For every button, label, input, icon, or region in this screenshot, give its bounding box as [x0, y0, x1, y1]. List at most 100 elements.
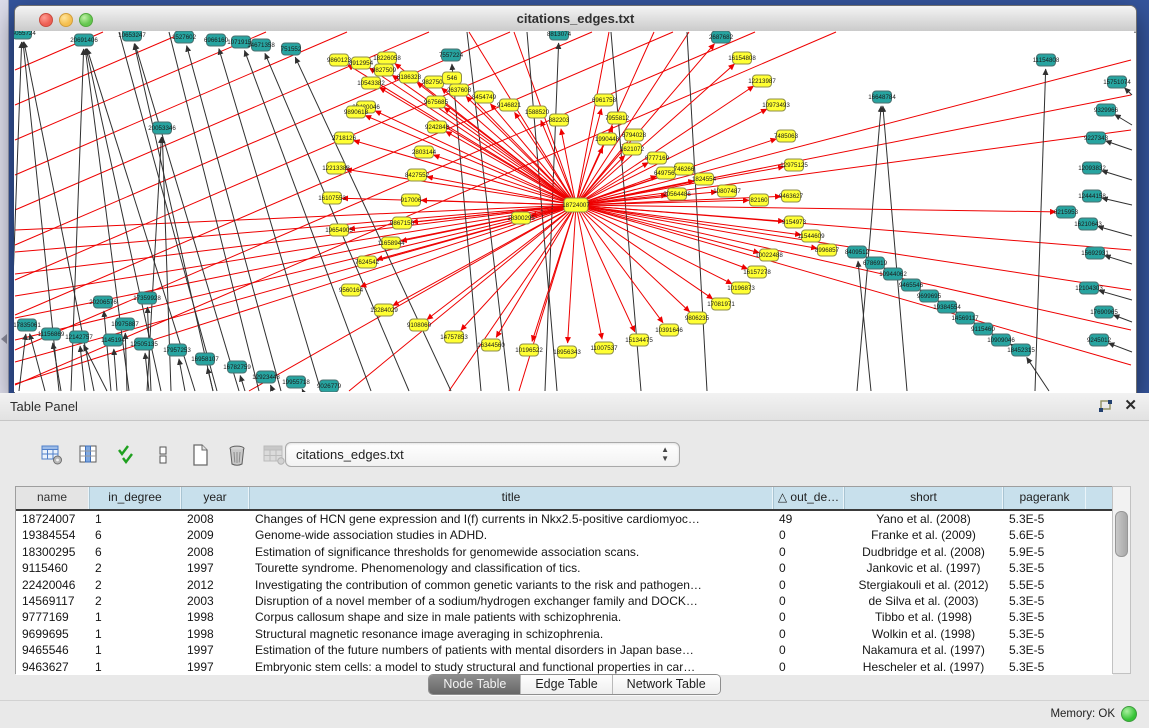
table-cell[interactable]: 9699695: [16, 626, 89, 642]
table-cell[interactable]: Franke et al. (2009): [844, 527, 1003, 543]
table-cell[interactable]: 22420046: [16, 577, 89, 593]
table-cell[interactable]: 2012: [181, 577, 249, 593]
tab-network-table[interactable]: Network Table: [613, 675, 720, 694]
collapse-arrow-icon[interactable]: [1, 334, 7, 344]
table-row[interactable]: 946554611997Estimation of the future num…: [16, 642, 1113, 658]
tab-edge-table[interactable]: Edge Table: [521, 675, 612, 694]
table-cell[interactable]: 1: [89, 642, 181, 658]
select-all-check-icon[interactable]: [114, 443, 138, 467]
table-cell[interactable]: Tourette syndrome. Phenomenology and cla…: [249, 560, 773, 576]
table-cell[interactable]: 1997: [181, 560, 249, 576]
rows-icon[interactable]: [151, 443, 175, 467]
tab-node-table[interactable]: Node Table: [429, 675, 521, 694]
float-panel-icon[interactable]: [1097, 400, 1113, 419]
table-cell[interactable]: 0: [773, 593, 844, 609]
table-cell[interactable]: 9115460: [16, 560, 89, 576]
table-cell[interactable]: 0: [773, 642, 844, 658]
table-row[interactable]: 1830029562008Estimation of significance …: [16, 544, 1113, 560]
table-cell[interactable]: 5.3E-5: [1003, 659, 1086, 675]
table-cell[interactable]: Structural magnetic resonance image aver…: [249, 626, 773, 642]
table-cell[interactable]: Dudbridge et al. (2008): [844, 544, 1003, 560]
table-cell[interactable]: 9463627: [16, 659, 89, 675]
table-cell[interactable]: 5.3E-5: [1003, 593, 1086, 609]
insert-column-icon[interactable]: [77, 443, 101, 467]
table-cell[interactable]: 9465546: [16, 642, 89, 658]
table-cell[interactable]: Stergiakouli et al. (2012): [844, 577, 1003, 593]
column-header-out_de[interactable]: △ out_de…: [773, 487, 844, 509]
table-cell[interactable]: 1997: [181, 642, 249, 658]
table-cell[interactable]: 2: [89, 577, 181, 593]
table-cell[interactable]: 14569117: [16, 593, 89, 609]
table-cell[interactable]: 5.9E-5: [1003, 544, 1086, 560]
table-cell[interactable]: 1997: [181, 659, 249, 675]
network-window-titlebar[interactable]: citations_edges.txt: [15, 6, 1136, 33]
table-cell[interactable]: 2008: [181, 511, 249, 527]
table-cell[interactable]: 5.3E-5: [1003, 642, 1086, 658]
table-cell[interactable]: 0: [773, 659, 844, 675]
table-type-tabs[interactable]: Node TableEdge TableNetwork Table: [428, 674, 720, 695]
table-cell[interactable]: 1: [89, 626, 181, 642]
table-body[interactable]: 1872400712008Changes of HCN gene express…: [16, 511, 1113, 675]
table-cell[interactable]: 19384554: [16, 527, 89, 543]
table-cell[interactable]: 5.3E-5: [1003, 511, 1086, 527]
table-cell[interactable]: 5.3E-5: [1003, 609, 1086, 625]
table-cell[interactable]: Hescheler et al. (1997): [844, 659, 1003, 675]
table-cell[interactable]: Genome-wide association studies in ADHD.: [249, 527, 773, 543]
table-cell[interactable]: 5.3E-5: [1003, 560, 1086, 576]
table-cell[interactable]: Disruption of a novel member of a sodium…: [249, 593, 773, 609]
table-cell[interactable]: 2003: [181, 593, 249, 609]
table-cell[interactable]: Tibbo et al. (1998): [844, 609, 1003, 625]
table-cell[interactable]: Yano et al. (2008): [844, 511, 1003, 527]
scrollbar-thumb[interactable]: [1115, 511, 1128, 557]
table-cell[interactable]: 0: [773, 544, 844, 560]
table-row[interactable]: 911546021997Tourette syndrome. Phenomeno…: [16, 560, 1113, 576]
table-row[interactable]: 2242004622012Investigating the contribut…: [16, 577, 1113, 593]
table-cell[interactable]: 0: [773, 527, 844, 543]
table-cell[interactable]: 0: [773, 560, 844, 576]
column-header-short[interactable]: short: [844, 487, 1003, 509]
table-cell[interactable]: 6: [89, 544, 181, 560]
table-cell[interactable]: 18300295: [16, 544, 89, 560]
table-row[interactable]: 977716911998Corpus callosum shape and si…: [16, 609, 1113, 625]
table-cell[interactable]: 2: [89, 560, 181, 576]
table-cell[interactable]: 1: [89, 659, 181, 675]
table-cell[interactable]: 5.5E-5: [1003, 577, 1086, 593]
column-header-in_degree[interactable]: in_degree: [89, 487, 181, 509]
network-view-canvas[interactable]: 1405572420691406106532471527602696616010…: [14, 31, 1134, 392]
table-cell[interactable]: Jankovic et al. (1997): [844, 560, 1003, 576]
table-cell[interactable]: Nakamura et al. (1997): [844, 642, 1003, 658]
table-panel-titlebar[interactable]: Table Panel ✕: [0, 393, 1149, 421]
table-cell[interactable]: Estimation of the future numbers of pati…: [249, 642, 773, 658]
table-row[interactable]: 1872400712008Changes of HCN gene express…: [16, 511, 1113, 527]
table-cell[interactable]: 6: [89, 527, 181, 543]
memory-ok-indicator[interactable]: [1121, 706, 1137, 722]
table-row[interactable]: 1456911722003Disruption of a novel membe…: [16, 593, 1113, 609]
table-cell[interactable]: 5.6E-5: [1003, 527, 1086, 543]
delete-trash-icon[interactable]: [225, 443, 249, 467]
node-table[interactable]: namein_degreeyeartitle△ out_de…shortpage…: [15, 486, 1114, 674]
table-cell[interactable]: 18724007: [16, 511, 89, 527]
table-cell[interactable]: 0: [773, 609, 844, 625]
column-header-pagerank[interactable]: pagerank: [1003, 487, 1086, 509]
table-cell[interactable]: Corpus callosum shape and size in male p…: [249, 609, 773, 625]
table-cell[interactable]: 1: [89, 511, 181, 527]
table-cell[interactable]: 5.3E-5: [1003, 626, 1086, 642]
table-cell[interactable]: 2: [89, 593, 181, 609]
table-cell[interactable]: Changes of HCN gene expression and I(f) …: [249, 511, 773, 527]
table-cell[interactable]: 49: [773, 511, 844, 527]
table-cell[interactable]: Estimation of significance thresholds fo…: [249, 544, 773, 560]
table-cell[interactable]: 0: [773, 577, 844, 593]
table-cell[interactable]: de Silva et al. (2003): [844, 593, 1003, 609]
table-cell[interactable]: Investigating the contribution of common…: [249, 577, 773, 593]
table-cell[interactable]: 0: [773, 626, 844, 642]
table-cell[interactable]: 2008: [181, 544, 249, 560]
table-settings-icon[interactable]: [40, 443, 64, 467]
table-header-row[interactable]: namein_degreeyeartitle△ out_de…shortpage…: [16, 487, 1113, 511]
close-panel-icon[interactable]: ✕: [1124, 396, 1137, 414]
table-cell[interactable]: 1: [89, 609, 181, 625]
table-row[interactable]: 969969511998Structural magnetic resonanc…: [16, 626, 1113, 642]
table-cell[interactable]: 1998: [181, 609, 249, 625]
table-row[interactable]: 1938455462009Genome-wide association stu…: [16, 527, 1113, 543]
table-row[interactable]: 946362711997Embryonic stem cells: a mode…: [16, 659, 1113, 675]
column-header-year[interactable]: year: [181, 487, 249, 509]
